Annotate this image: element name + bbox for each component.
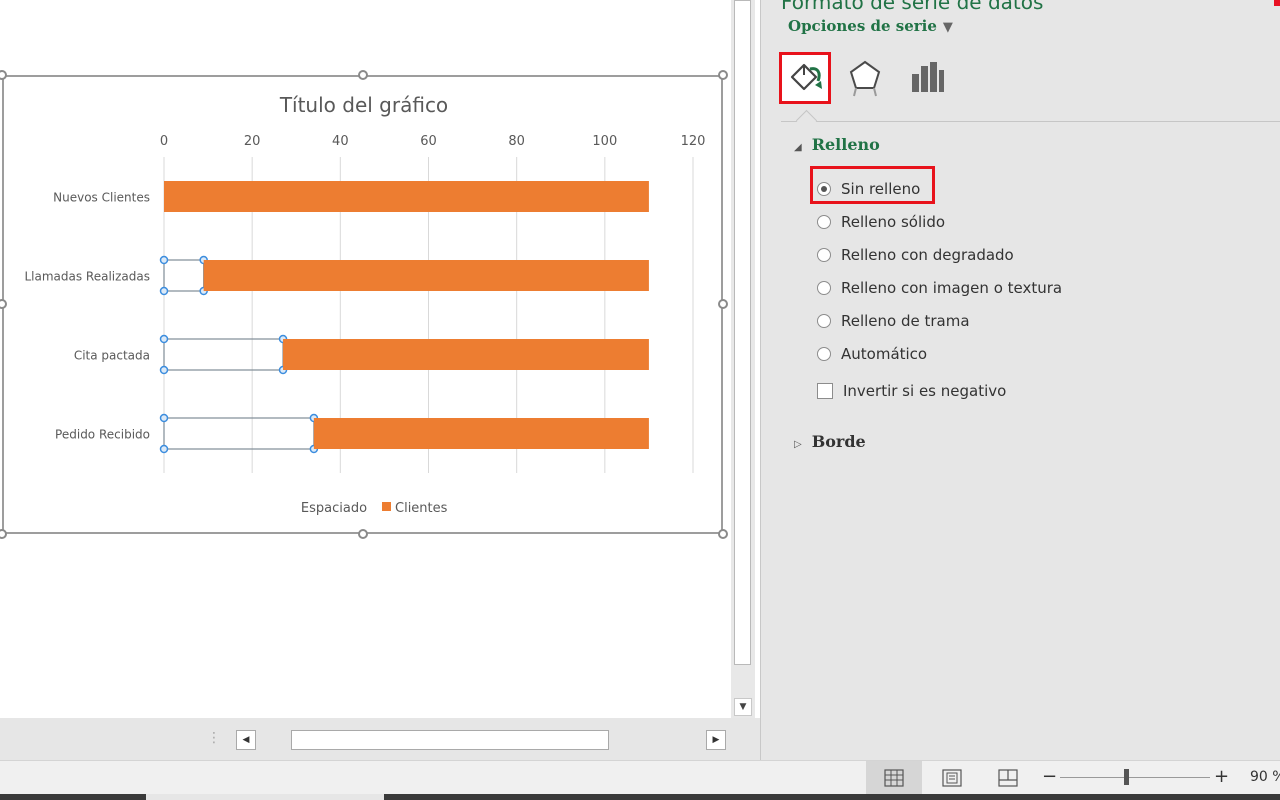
paint-bucket-icon (790, 63, 822, 91)
bar-spacer-series[interactable] (163, 259, 205, 292)
pane-divider (781, 121, 1280, 122)
option-label: Relleno de trama (841, 312, 970, 330)
radio-relleno-trama[interactable]: Relleno de trama (817, 309, 970, 333)
zoom-level[interactable]: 90 % (1250, 769, 1280, 785)
category-label: Nuevos Clientes (53, 191, 150, 205)
worksheet-area[interactable]: Título del gráfico 0 20 40 60 80 100 120 Nuevo… (0, 0, 728, 718)
bar-selection-handle[interactable] (159, 286, 169, 296)
legend-entry-clientes[interactable]: Clientes (395, 501, 448, 516)
chart-title[interactable]: Título del gráfico (279, 93, 448, 117)
radio-icon[interactable] (817, 314, 831, 328)
radio-icon[interactable] (817, 347, 831, 361)
tab-fill-line[interactable] (779, 52, 831, 104)
option-label: Sin relleno (841, 180, 921, 198)
collapse-triangle-icon: ◢ (794, 142, 802, 153)
horizontal-scrollbar[interactable]: ⋮ ◀ ▶ (0, 718, 760, 760)
legend-swatch (382, 502, 391, 511)
bar-selection-handle[interactable] (159, 334, 169, 344)
bar-clientes-series[interactable] (203, 260, 649, 291)
bar-clientes-series[interactable] (283, 339, 649, 370)
vertical-scrollbar[interactable]: ▼ (731, 0, 755, 718)
category-label: Cita pactada (74, 349, 150, 363)
category-label: Pedido Recibido (55, 428, 150, 442)
section-fill-label: Relleno (811, 135, 880, 154)
bar-spacer-series[interactable] (163, 417, 315, 450)
x-tick-label: 20 (244, 134, 261, 149)
bar-spacer-series[interactable] (163, 338, 284, 371)
option-label: Relleno con degradado (841, 246, 1014, 264)
option-label: Automático (841, 345, 928, 363)
option-label: Relleno con imagen o textura (841, 279, 1063, 297)
radio-icon[interactable] (817, 215, 831, 229)
x-tick-label: 80 (508, 134, 525, 149)
legend-entry-espaciado[interactable]: Espaciado (301, 501, 367, 516)
chart-resize-handle[interactable] (718, 529, 728, 539)
chart-resize-handle[interactable] (358, 70, 368, 80)
radio-automatico[interactable]: Automático (817, 342, 927, 366)
section-fill-header[interactable]: ◢ Relleno (794, 135, 880, 154)
page-layout-view-icon[interactable] (942, 768, 962, 788)
x-tick-label: 40 (332, 134, 349, 149)
series-options-label: Opciones de serie (788, 17, 937, 35)
option-label: Relleno sólido (841, 213, 946, 231)
chart-resize-handle[interactable] (718, 70, 728, 80)
radio-icon[interactable] (817, 281, 831, 295)
radio-relleno-imagen[interactable]: Relleno con imagen o textura (817, 276, 1062, 300)
chart-resize-handle[interactable] (0, 529, 7, 539)
bar-clientes-series[interactable] (313, 418, 649, 449)
chart-plot[interactable]: Título del gráfico 0 20 40 60 80 100 120 Nuevo… (4, 77, 721, 532)
radio-icon[interactable] (817, 248, 831, 262)
splitter-grip-icon[interactable]: ⋮ (207, 730, 221, 746)
scroll-down-arrow-icon[interactable]: ▼ (734, 698, 752, 716)
radio-relleno-solido[interactable]: Relleno sólido (817, 210, 945, 234)
bar-selection-handle[interactable] (159, 413, 169, 423)
bar-selection-handle[interactable] (159, 444, 169, 454)
chart-resize-handle[interactable] (718, 299, 728, 309)
bar-selection-handle[interactable] (159, 255, 169, 265)
bar-selection-handle[interactable] (159, 365, 169, 375)
chart-resize-handle[interactable] (358, 529, 368, 539)
x-tick-label: 0 (160, 134, 168, 149)
page-break-view-icon[interactable] (998, 768, 1018, 788)
horizontal-scroll-thumb[interactable] (291, 730, 609, 750)
option-label: Invertir si es negativo (843, 382, 1007, 400)
taskbar-tab[interactable] (146, 794, 384, 800)
scroll-left-arrow-icon[interactable]: ◀ (236, 730, 256, 750)
tab-series-options[interactable] (901, 52, 953, 104)
zoom-in-icon[interactable]: + (1214, 766, 1229, 787)
chevron-down-icon: ▼ (942, 20, 953, 35)
series-options-dropdown[interactable]: Opciones de serie ▼ (788, 17, 953, 35)
radio-selected-icon[interactable] (817, 182, 831, 196)
zoom-out-icon[interactable]: − (1042, 766, 1057, 787)
format-data-series-pane: Formato de serie de datos Opciones de se… (760, 0, 1280, 760)
pentagon-icon (849, 60, 881, 97)
category-label: Llamadas Realizadas (24, 270, 150, 284)
zoom-slider-thumb[interactable] (1124, 769, 1129, 785)
grid-view-icon (884, 769, 904, 787)
radio-relleno-degradado[interactable]: Relleno con degradado (817, 243, 1014, 267)
x-tick-label: 60 (420, 134, 437, 149)
zoom-slider[interactable] (1060, 777, 1210, 778)
close-icon[interactable] (1274, 0, 1280, 6)
vertical-scroll-thumb[interactable] (734, 0, 751, 665)
section-border-label: Borde (811, 432, 866, 451)
expand-triangle-icon: ▷ (794, 439, 802, 450)
tab-effects[interactable] (841, 52, 893, 104)
pane-title: Formato de serie de datos (781, 0, 1044, 14)
tab-pointer (795, 109, 818, 132)
bar-clientes-series[interactable] (164, 181, 649, 212)
bar-chart-icon (912, 62, 944, 92)
chart-area[interactable]: Título del gráfico 0 20 40 60 80 100 120 Nuevo… (2, 75, 723, 534)
view-normal-button[interactable] (866, 761, 922, 795)
status-bar: − + 90 % (0, 760, 1280, 795)
invert-if-negative-checkbox[interactable]: Invertir si es negativo (817, 379, 1006, 403)
x-tick-label: 120 (681, 134, 706, 149)
scroll-right-arrow-icon[interactable]: ▶ (706, 730, 726, 750)
section-border-header[interactable]: ▷ Borde (794, 432, 866, 451)
checkbox-icon[interactable] (817, 383, 833, 399)
radio-sin-relleno[interactable]: Sin relleno (817, 177, 920, 201)
x-tick-label: 100 (592, 134, 617, 149)
